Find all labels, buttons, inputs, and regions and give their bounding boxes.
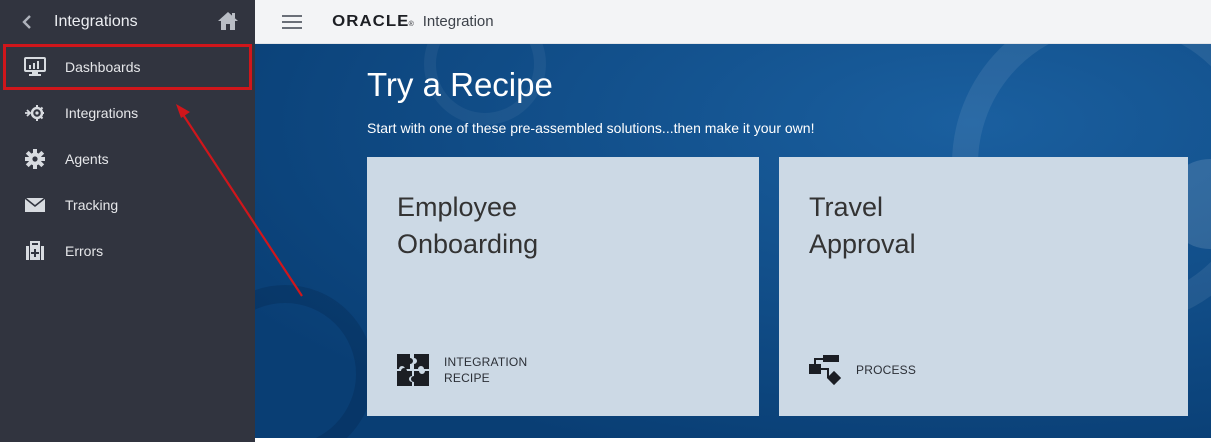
sidebar-item-label: Errors <box>65 243 104 259</box>
integration-gear-icon <box>24 102 46 124</box>
product-name: Integration <box>422 12 494 30</box>
card-tag: PROCESS <box>809 354 916 386</box>
sidebar-item-label: Agents <box>65 151 109 167</box>
sidebar-item-agents[interactable]: Agents <box>0 136 255 182</box>
first-aid-kit-icon <box>24 240 46 262</box>
card-title: Travel Approval <box>809 192 916 259</box>
hamburger-menu-icon[interactable] <box>282 14 302 29</box>
recipe-card-employee-onboarding[interactable]: Employee Onboarding INTEGRATION RECIPE <box>367 157 759 416</box>
card-title: Employee Onboarding <box>397 192 539 259</box>
sidebar-item-label: Integrations <box>65 105 139 121</box>
monitor-chart-icon <box>24 56 46 78</box>
page-title: Try a Recipe <box>367 66 553 103</box>
sidebar-item-dashboards[interactable]: Dashboards <box>3 44 252 90</box>
sidebar-item-label: Dashboards <box>65 59 141 75</box>
recipe-card-travel-approval[interactable]: Travel Approval PROCESS <box>779 157 1188 416</box>
top-bar: ORACLE ® Integration <box>255 0 1211 44</box>
recipe-hero: Try a Recipe Start with one of these pre… <box>255 44 1211 438</box>
sidebar: Integrations Dashboards Integrations Age… <box>0 0 255 442</box>
brand: ORACLE ® Integration <box>332 12 494 31</box>
card-tag-label: PROCESS <box>856 363 917 377</box>
process-flow-icon <box>809 354 842 386</box>
home-icon[interactable] <box>217 11 239 31</box>
card-tag-label: INTEGRATION RECIPE <box>444 355 528 385</box>
sidebar-item-label: Tracking <box>65 197 119 213</box>
envelope-icon <box>24 194 46 216</box>
gear-icon <box>24 148 46 170</box>
puzzle-icon <box>397 354 429 386</box>
sidebar-item-errors[interactable]: Errors <box>0 228 255 274</box>
sidebar-item-integrations[interactable]: Integrations <box>0 90 255 136</box>
page-subtitle: Start with one of these pre-assembled so… <box>367 120 815 136</box>
card-tag: INTEGRATION RECIPE <box>397 354 527 386</box>
sidebar-title: Integrations <box>54 13 138 30</box>
sidebar-item-tracking[interactable]: Tracking <box>0 182 255 228</box>
sidebar-header: Integrations <box>0 0 255 44</box>
back-chevron-icon[interactable] <box>22 13 36 31</box>
oracle-logo: ORACLE <box>332 12 410 30</box>
bottom-strip <box>255 438 1211 442</box>
